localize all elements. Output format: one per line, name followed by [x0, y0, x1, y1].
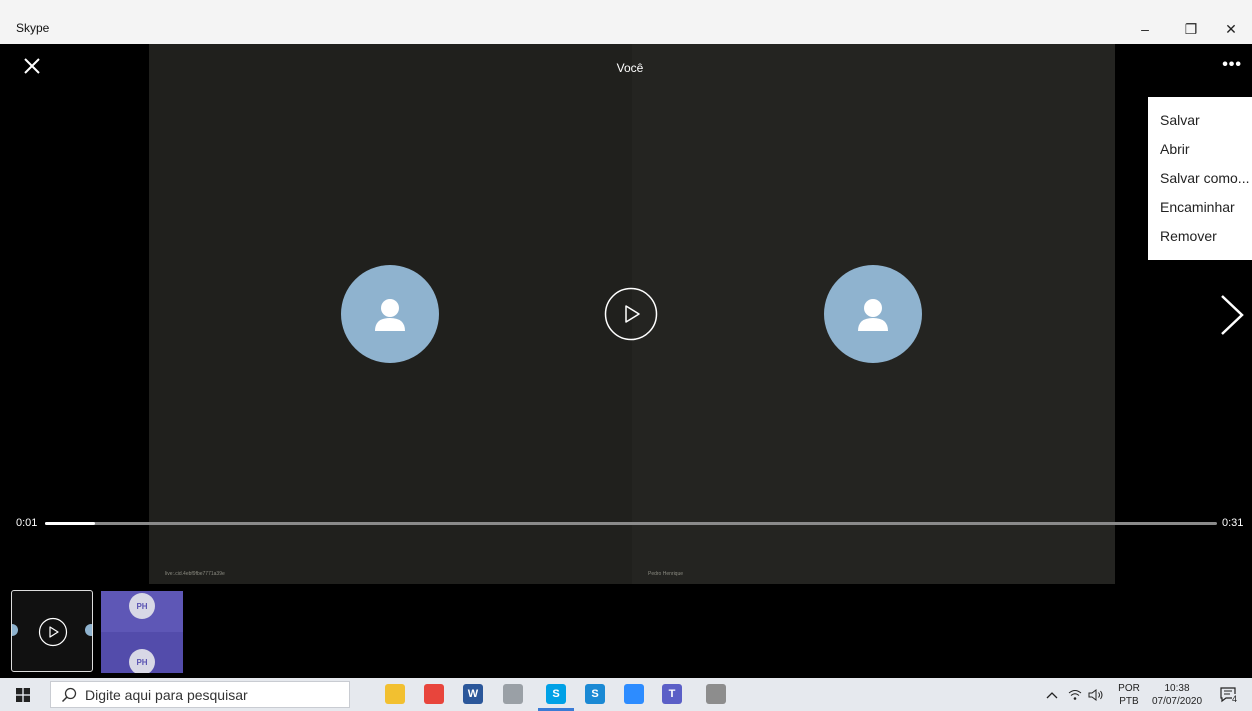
clock-date: 07/07/2020	[1151, 696, 1203, 707]
clock-time: 10:38	[1164, 683, 1190, 694]
taskbar-app-zoom[interactable]	[624, 684, 644, 704]
participant-tag-right: Pedro Henrique	[648, 571, 684, 577]
taskbar-app-skype-active[interactable]: S	[546, 684, 566, 704]
avatar: PH	[129, 593, 155, 619]
taskbar-app-skype-2[interactable]: S	[585, 684, 605, 704]
window-titlebar: Skype – ❐ ✕	[0, 0, 1252, 44]
taskbar-app-app-9[interactable]	[706, 684, 726, 704]
context-menu: Salvar Abrir Salvar como... Encaminhar R…	[1148, 97, 1252, 260]
video-left-participant: live:.cid.4ebf9fbe7771a39e	[149, 44, 632, 584]
menu-item-salvar[interactable]: Salvar	[1148, 106, 1252, 135]
close-icon: ✕	[1225, 20, 1237, 37]
action-center-button[interactable]: 4	[1216, 678, 1242, 711]
wifi-icon	[1068, 689, 1082, 700]
notification-count-badge: 4	[1232, 694, 1238, 704]
progress-slider[interactable]	[45, 522, 1217, 525]
taskbar-app-word[interactable]: W	[463, 684, 483, 704]
volume-button[interactable]	[1088, 678, 1106, 711]
chevron-up-icon	[1046, 691, 1058, 698]
windows-logo-icon	[16, 687, 30, 702]
avatar: PH	[129, 649, 155, 673]
participant-avatar-left	[341, 265, 439, 363]
minimize-button[interactable]: –	[1122, 14, 1168, 44]
total-duration: 0:31	[1222, 517, 1244, 529]
viewer-title: Você	[616, 61, 644, 75]
keyboard-layout-label: PTB	[1119, 696, 1139, 707]
search-placeholder: Digite aqui para pesquisar	[85, 686, 248, 703]
start-button[interactable]	[0, 678, 46, 711]
play-icon[interactable]	[604, 287, 658, 341]
thumb-avatar-right	[85, 624, 92, 636]
minimize-icon: –	[1141, 21, 1149, 37]
person-icon	[375, 299, 405, 331]
taskbar-search-input[interactable]: Digite aqui para pesquisar	[50, 681, 350, 708]
menu-item-abrir[interactable]: Abrir	[1148, 135, 1252, 164]
elapsed-time: 0:01	[16, 517, 38, 529]
menu-item-encaminhar[interactable]: Encaminhar	[1148, 193, 1252, 222]
menu-item-salvar-como[interactable]: Salvar como...	[1148, 164, 1252, 193]
thumb-play-icon	[38, 617, 68, 647]
window-title: Skype	[16, 21, 50, 35]
taskbar-app-file-explorer[interactable]	[385, 684, 405, 704]
input-language-button[interactable]: POR PTB	[1114, 678, 1144, 711]
person-icon	[858, 299, 888, 331]
close-window-button[interactable]: ✕	[1208, 14, 1252, 44]
clock-button[interactable]: 10:38 07/07/2020	[1146, 678, 1208, 711]
more-options-button[interactable]: •••	[1222, 56, 1242, 74]
media-viewer: live:.cid.4ebf9fbe7771a39e Pedro Henriqu…	[8, 44, 1252, 678]
windows-taskbar: Digite aqui para pesquisar WSST POR PTB …	[0, 678, 1252, 711]
thumbnail-video-selected[interactable]	[11, 590, 93, 672]
restore-icon: ❐	[1184, 20, 1198, 37]
participant-tag-left: live:.cid.4ebf9fbe7771a39e	[165, 571, 225, 577]
speaker-icon	[1088, 688, 1103, 701]
network-button[interactable]	[1068, 678, 1084, 711]
thumb-avatar-left	[12, 624, 18, 636]
taskbar-app-chrome[interactable]	[424, 684, 444, 704]
language-label: POR	[1118, 683, 1140, 694]
search-icon	[61, 687, 77, 702]
participant-avatar-right	[824, 265, 922, 363]
show-hidden-icons-button[interactable]	[1046, 678, 1062, 711]
progress-fill	[45, 522, 96, 525]
taskbar-app-app-4[interactable]	[503, 684, 523, 704]
taskbar-app-teams[interactable]: T	[662, 684, 682, 704]
thumbnail-video-2[interactable]: PH PH	[101, 591, 183, 673]
next-arrow-icon[interactable]	[1216, 294, 1246, 336]
video-right-participant: Pedro Henrique	[632, 44, 1115, 584]
menu-item-remover[interactable]: Remover	[1148, 222, 1252, 251]
